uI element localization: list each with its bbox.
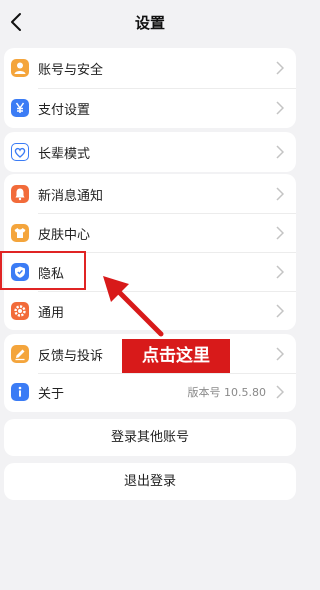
pointer-arrow-icon — [103, 276, 164, 337]
chevron-right-icon — [276, 145, 284, 159]
info-icon — [11, 383, 29, 401]
callout-label: 点击这里 — [122, 339, 230, 373]
row-payment-settings[interactable]: 支付设置 — [4, 88, 296, 128]
switch-account-button[interactable]: 登录其他账号 — [4, 419, 296, 456]
pencil-icon — [11, 345, 29, 363]
chevron-right-icon — [276, 304, 284, 318]
row-message-notification[interactable]: 新消息通知 — [4, 174, 296, 214]
version-text: 版本号 10.5.80 — [187, 386, 266, 399]
row-label: 新消息通知 — [38, 189, 104, 204]
row-label: 长辈模式 — [38, 147, 91, 162]
chevron-right-icon — [276, 61, 284, 75]
chevron-right-icon — [276, 187, 284, 201]
row-label: 反馈与投诉 — [38, 349, 104, 364]
settings-group-account: 账号与安全 支付设置 — [4, 48, 296, 128]
row-elder-mode[interactable]: 长辈模式 — [4, 132, 296, 172]
chevron-right-icon — [276, 101, 284, 115]
row-label: 支付设置 — [38, 103, 91, 118]
heart-shield-icon — [11, 143, 29, 161]
chevron-right-icon — [276, 385, 284, 399]
shirt-icon — [11, 224, 29, 242]
chevron-right-icon — [276, 347, 284, 361]
page-title: 设置 — [134, 14, 165, 32]
user-icon — [11, 59, 29, 77]
row-label: 关于 — [38, 387, 65, 402]
row-skin-center[interactable]: 皮肤中心 — [4, 213, 296, 253]
row-label: 皮肤中心 — [38, 228, 91, 243]
row-label: 通用 — [38, 306, 65, 321]
logout-button[interactable]: 退出登录 — [4, 463, 296, 500]
highlight-box — [0, 251, 86, 290]
chevron-right-icon — [276, 226, 284, 240]
row-about[interactable]: 关于 版本号 10.5.80 — [4, 372, 296, 412]
nav-bar: 设置 — [0, 0, 300, 46]
settings-group-elder: 长辈模式 — [4, 132, 296, 172]
chevron-right-icon — [276, 265, 284, 279]
yen-icon — [11, 99, 29, 117]
bell-icon — [11, 185, 29, 203]
row-label: 账号与安全 — [38, 63, 104, 78]
row-account-security[interactable]: 账号与安全 — [4, 48, 296, 88]
gear-icon — [11, 302, 29, 320]
